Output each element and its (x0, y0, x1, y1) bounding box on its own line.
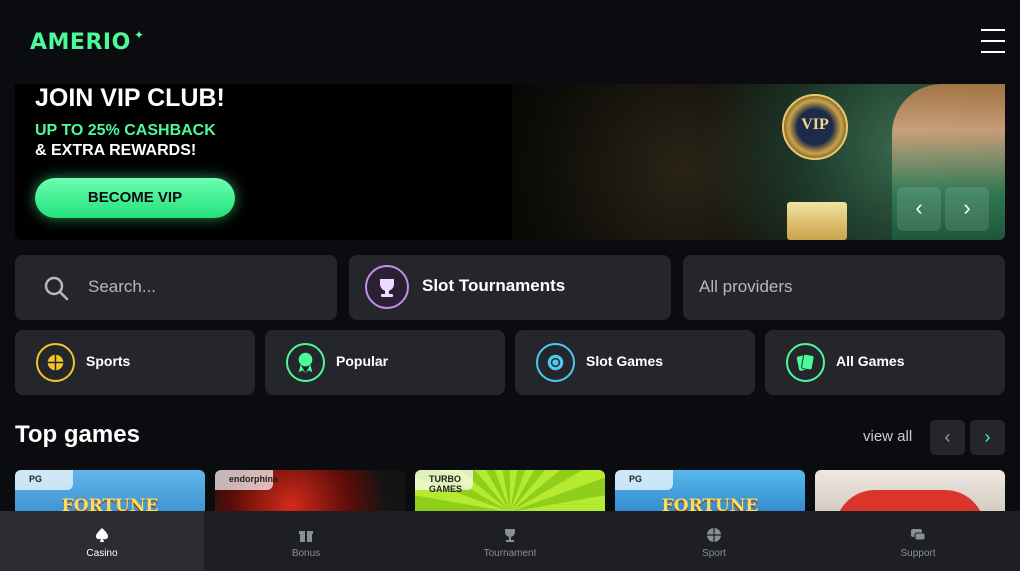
gift-icon (299, 531, 313, 542)
gift-image (787, 202, 847, 240)
trophy-icon (505, 529, 515, 542)
games-next-button[interactable]: › (970, 420, 1005, 455)
search-icon (44, 276, 69, 301)
header: AMERIO ✦ (0, 0, 1020, 84)
view-all-link[interactable]: view all (863, 428, 912, 445)
nav-label: Support (900, 548, 936, 559)
search-input[interactable]: Search... (15, 255, 337, 320)
logo[interactable]: AMERIO (30, 30, 131, 55)
menu-icon[interactable] (981, 29, 1005, 53)
banner-rewards-text: & EXTRA REWARDS! (35, 142, 197, 159)
nav-label: Tournament (483, 548, 537, 559)
providers-select[interactable]: All providers (683, 255, 1005, 320)
provider-tag: PG (615, 470, 673, 490)
slot-tournaments-label: Slot Tournaments (422, 276, 566, 295)
nav-casino[interactable]: Casino (0, 511, 204, 571)
nav-support[interactable]: Support (816, 511, 1020, 571)
provider-tag: endorphina (215, 470, 278, 490)
sparkle-icon: ✦ (134, 28, 145, 42)
games-prev-button[interactable]: ‹ (930, 420, 965, 455)
vip-coin-image: VIP (782, 94, 848, 160)
page: AMERIO ✦ JOIN VIP CLUB! UP TO 25% CASHBA… (0, 0, 1020, 571)
nav-label: Casino (86, 548, 118, 559)
provider-tag: PG (15, 470, 73, 490)
chip-icon (536, 343, 575, 382)
slot-tournaments-button[interactable]: Slot Tournaments (349, 255, 671, 320)
search-placeholder: Search... (88, 277, 157, 296)
vip-coin-text: VIP (801, 116, 829, 133)
ball-icon (707, 528, 721, 542)
nav-bonus[interactable]: Bonus (204, 511, 408, 571)
category-popular[interactable]: Popular (265, 330, 505, 395)
category-label: All Games (836, 353, 905, 369)
basketball-icon (36, 343, 75, 382)
category-label: Sports (86, 353, 131, 369)
banner-cashback-text: UP TO 25% CASHBACK (35, 122, 216, 139)
banner-title: JOIN VIP CLUB! (35, 84, 225, 112)
category-label: Slot Games (586, 353, 664, 369)
category-label: Popular (336, 353, 389, 369)
provider-tag: TURBO GAMES (415, 470, 473, 494)
bottom-nav: Casino Bonus Tournament Sport Support (0, 511, 1020, 571)
vip-banner: JOIN VIP CLUB! UP TO 25% CASHBACK & EXTR… (15, 84, 1005, 240)
providers-label: All providers (699, 277, 793, 296)
nav-tournament[interactable]: Tournament (408, 511, 612, 571)
banner-next-button[interactable]: › (945, 187, 989, 231)
category-sports[interactable]: Sports (15, 330, 255, 395)
nav-label: Bonus (291, 548, 321, 559)
nav-sport[interactable]: Sport (612, 511, 816, 571)
category-all-games[interactable]: All Games (765, 330, 1005, 395)
become-vip-button[interactable]: BECOME VIP (35, 178, 235, 218)
spade-icon (96, 528, 108, 542)
nav-label: Sport (702, 548, 726, 559)
section-title: Top games (15, 421, 140, 448)
banner-prev-button[interactable]: ‹ (897, 187, 941, 231)
medal-icon (286, 343, 325, 382)
trophy-icon (365, 265, 409, 309)
cards-icon (786, 343, 825, 382)
category-slot-games[interactable]: Slot Games (515, 330, 755, 395)
chat-icon (911, 529, 926, 541)
